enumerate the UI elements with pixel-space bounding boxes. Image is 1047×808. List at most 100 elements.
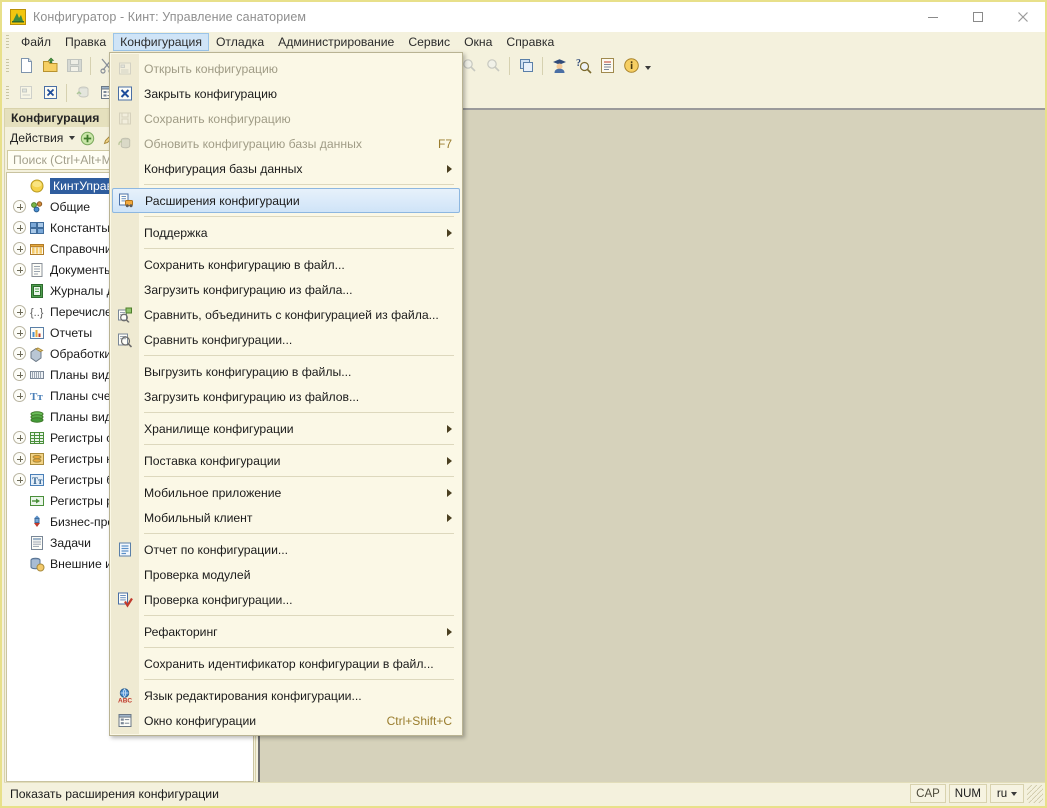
help-search-icon[interactable]: ?	[572, 55, 594, 77]
external-data-sources-icon	[29, 556, 45, 572]
new-file-icon[interactable]	[15, 55, 37, 77]
toolbar-separator	[509, 56, 510, 75]
expand-icon[interactable]	[13, 347, 26, 360]
menu-item[interactable]: Расширения конфигурации	[112, 188, 460, 213]
menu-item-label: Выгрузить конфигурацию в файлы...	[144, 364, 352, 379]
menu-item[interactable]: Загрузить конфигурацию из файла...	[110, 277, 462, 302]
menu-separator	[144, 615, 454, 616]
window-controls	[910, 2, 1045, 32]
menu-item[interactable]: ABC Язык редактирования конфигурации...	[110, 683, 462, 708]
tree-item-label: Общие	[50, 199, 91, 214]
expand-icon[interactable]	[13, 305, 26, 318]
menu-item-label: Открыть конфигурацию	[144, 61, 278, 76]
catalogs-icon	[29, 241, 45, 257]
minimize-button[interactable]	[910, 2, 955, 32]
menu-separator	[144, 184, 454, 185]
find-next-icon[interactable]	[482, 55, 504, 77]
configurator-window: Конфигуратор - Кинт: Управление санатори…	[0, 0, 1047, 808]
toolbar-overflow-icon[interactable]	[643, 57, 653, 74]
menu-item[interactable]: Сравнить конфигурации...	[110, 327, 462, 352]
toolbar-separator	[66, 83, 67, 102]
menu-item[interactable]: Поддержка	[110, 220, 462, 245]
menu-item[interactable]: Окно конфигурации Ctrl+Shift+C	[110, 708, 462, 733]
status-language-indicator[interactable]: ru	[990, 784, 1024, 803]
menu-configuration[interactable]: Конфигурация	[113, 33, 209, 51]
resize-grip[interactable]	[1027, 784, 1043, 803]
menu-edit[interactable]: Правка	[58, 33, 113, 51]
menu-item[interactable]: Закрыть конфигурацию	[110, 81, 462, 106]
compare-merge-icon	[116, 306, 133, 323]
actions-menu-label[interactable]: Действия	[10, 131, 63, 145]
expand-icon[interactable]	[13, 389, 26, 402]
about-info-icon[interactable]	[620, 55, 642, 77]
menu-item[interactable]: Выгрузить конфигурацию в файлы...	[110, 359, 462, 384]
data-processors-icon	[29, 346, 45, 362]
update-database-configuration-icon[interactable]	[72, 82, 94, 104]
windows-icon[interactable]	[515, 55, 537, 77]
menu-item[interactable]: Проверка модулей	[110, 562, 462, 587]
add-icon[interactable]	[77, 128, 97, 148]
expand-icon[interactable]	[13, 221, 26, 234]
menu-windows[interactable]: Окна	[457, 33, 499, 51]
expand-icon[interactable]	[13, 431, 26, 444]
menubar-grip[interactable]	[6, 35, 9, 49]
menu-item[interactable]: Загрузить конфигурацию из файлов...	[110, 384, 462, 409]
submenu-arrow-icon	[447, 456, 452, 465]
menu-item-label: Хранилище конфигурации	[144, 421, 294, 436]
chevron-down-icon[interactable]	[69, 136, 76, 140]
toolbar2-grip[interactable]	[6, 85, 9, 100]
menu-file-label: Файл	[21, 35, 51, 49]
menu-item-label: Загрузить конфигурацию из файлов...	[144, 389, 360, 404]
save-icon[interactable]	[63, 55, 85, 77]
menu-item[interactable]: Отчет по конфигурации...	[110, 537, 462, 562]
submenu-arrow-icon	[447, 424, 452, 433]
expand-icon[interactable]	[13, 326, 26, 339]
expand-icon[interactable]	[13, 263, 26, 276]
menu-item[interactable]: Конфигурация базы данных	[110, 156, 462, 181]
tasks-icon	[29, 535, 45, 551]
toolbar1-grip[interactable]	[6, 58, 9, 73]
editing-language-icon: ABC	[116, 687, 133, 704]
svg-text:ABC: ABC	[118, 698, 132, 704]
menu-administration[interactable]: Администрирование	[271, 33, 401, 51]
tree-item-label: Документы	[50, 262, 113, 277]
menu-item[interactable]: Сохранить конфигурацию в файл...	[110, 252, 462, 277]
tree-item-label: Планы счет	[50, 388, 116, 403]
menu-item[interactable]: Рефакторинг	[110, 619, 462, 644]
menu-item[interactable]: Мобильное приложение	[110, 480, 462, 505]
menu-item-label: Рефакторинг	[144, 624, 218, 639]
menu-help[interactable]: Справка	[499, 33, 561, 51]
menu-item[interactable]: Сохранить идентификатор конфигурации в ф…	[110, 651, 462, 676]
menu-item[interactable]: Поставка конфигурации	[110, 448, 462, 473]
chevron-down-icon[interactable]	[1011, 791, 1018, 796]
document-journals-icon	[29, 283, 45, 299]
expand-icon[interactable]	[13, 473, 26, 486]
close-button[interactable]	[1000, 2, 1045, 32]
menu-item[interactable]: Мобильный клиент	[110, 505, 462, 530]
menu-file[interactable]: Файл	[14, 33, 58, 51]
open-configuration-icon[interactable]	[15, 82, 37, 104]
menu-item-label: Обновить конфигурацию базы данных	[144, 136, 362, 151]
maximize-button[interactable]	[955, 2, 1000, 32]
open-file-icon[interactable]	[39, 55, 61, 77]
menu-item[interactable]: Проверка конфигурации...	[110, 587, 462, 612]
expand-icon[interactable]	[13, 368, 26, 381]
expand-icon[interactable]	[13, 200, 26, 213]
menu-item-shortcut: Ctrl+Shift+C	[386, 713, 452, 728]
menu-item-label: Конфигурация базы данных	[144, 161, 303, 176]
menu-debug[interactable]: Отладка	[209, 33, 271, 51]
syntax-assistant-icon[interactable]	[596, 55, 618, 77]
menu-service[interactable]: Сервис	[401, 33, 457, 51]
menu-item[interactable]: Хранилище конфигурации	[110, 416, 462, 441]
configuration-extensions-icon	[117, 192, 134, 209]
close-configuration-icon[interactable]	[39, 82, 61, 104]
menu-item[interactable]: Сравнить, объединить с конфигурацией из …	[110, 302, 462, 327]
user-icon[interactable]	[548, 55, 570, 77]
menu-item-label: Сохранить конфигурацию	[144, 111, 291, 126]
toolbar-separator	[542, 56, 543, 75]
expand-icon[interactable]	[13, 242, 26, 255]
expand-icon[interactable]	[13, 452, 26, 465]
status-num-indicator: NUM	[948, 784, 987, 803]
